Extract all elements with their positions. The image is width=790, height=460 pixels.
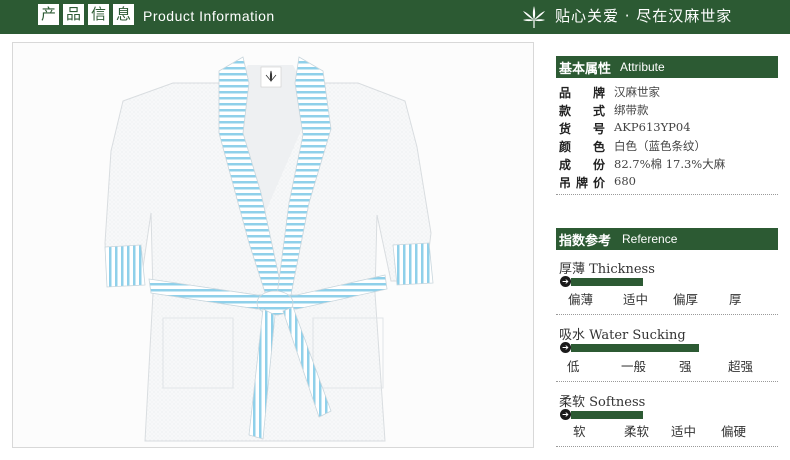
- water-sucking-marker-icon: ➔: [560, 342, 571, 353]
- scale-label: 软: [573, 424, 586, 439]
- thickness-title: 厚薄 Thickness: [559, 262, 655, 277]
- title-char-1: 产: [38, 4, 59, 25]
- scale-label: 强: [679, 359, 692, 374]
- attribute-value: 白色（蓝色条纹）: [614, 139, 706, 153]
- attribute-title-en: Attribute: [620, 60, 665, 74]
- attribute-divider: [556, 194, 778, 195]
- header-title-en: Product Information: [143, 8, 275, 24]
- softness-level-bar: [571, 411, 643, 419]
- hemp-leaf-icon: [523, 6, 545, 28]
- product-photo: [12, 42, 534, 448]
- water-sucking-level-bar: [571, 344, 699, 352]
- reference-section-header: 指数参考 Reference: [556, 228, 778, 250]
- attribute-value: 82.7%棉 17.3%大麻: [614, 157, 726, 171]
- softness-divider: [556, 446, 778, 447]
- scale-label: 柔软: [624, 424, 650, 439]
- scale-label: 偏厚: [673, 292, 699, 307]
- scale-label: 适中: [623, 292, 649, 307]
- scale-label: 超强: [728, 359, 754, 374]
- attribute-label: 成份: [559, 158, 605, 172]
- attribute-label: 颜色: [559, 140, 605, 154]
- softness-marker-icon: ➔: [560, 409, 571, 420]
- thickness-marker-icon: ➔: [560, 276, 571, 287]
- header-slogan: 贴心关爱 · 尽在汉麻世家: [555, 7, 733, 25]
- attribute-label: 款式: [559, 104, 605, 118]
- scale-label: 低: [567, 359, 580, 374]
- softness-title: 柔软 Softness: [559, 395, 646, 410]
- title-char-2: 品: [63, 4, 84, 25]
- reference-title-en: Reference: [622, 232, 678, 246]
- attribute-value: 680: [614, 174, 636, 188]
- thickness-scale: 偏薄 适中 偏厚 厚: [560, 289, 780, 307]
- attribute-label: 品牌: [559, 86, 605, 100]
- thickness-divider: [556, 314, 778, 315]
- thickness-level-bar: [571, 278, 643, 286]
- attribute-label: 货号: [559, 122, 605, 136]
- attribute-label: 吊牌价: [559, 176, 605, 190]
- title-char-3: 信: [88, 4, 109, 25]
- title-char-4: 息: [113, 4, 134, 25]
- attribute-value: 汉麻世家: [614, 85, 660, 99]
- water-sucking-divider: [556, 381, 778, 382]
- softness-scale: 软 柔软 适中 偏硬: [560, 421, 780, 439]
- scale-label: 适中: [671, 424, 697, 439]
- attribute-title-cn: 基本属性: [559, 62, 612, 77]
- bathrobe-illustration: [104, 56, 434, 442]
- scale-label: 厚: [729, 292, 742, 307]
- water-sucking-title: 吸水 Water Sucking: [559, 328, 686, 343]
- reference-title-cn: 指数参考: [559, 234, 612, 249]
- scale-label: 偏薄: [568, 292, 594, 307]
- header-bar: 产 品 信 息 Product Information 贴心关爱 · 尽在汉麻世…: [0, 0, 790, 34]
- attribute-value: AKP613YP04: [614, 120, 691, 134]
- attribute-section-header: 基本属性 Attribute: [556, 56, 778, 78]
- water-sucking-scale: 低 一般 强 超强: [560, 356, 780, 374]
- scale-label: 偏硬: [721, 424, 747, 439]
- attribute-value: 绑带款: [614, 103, 649, 117]
- scale-label: 一般: [621, 359, 647, 374]
